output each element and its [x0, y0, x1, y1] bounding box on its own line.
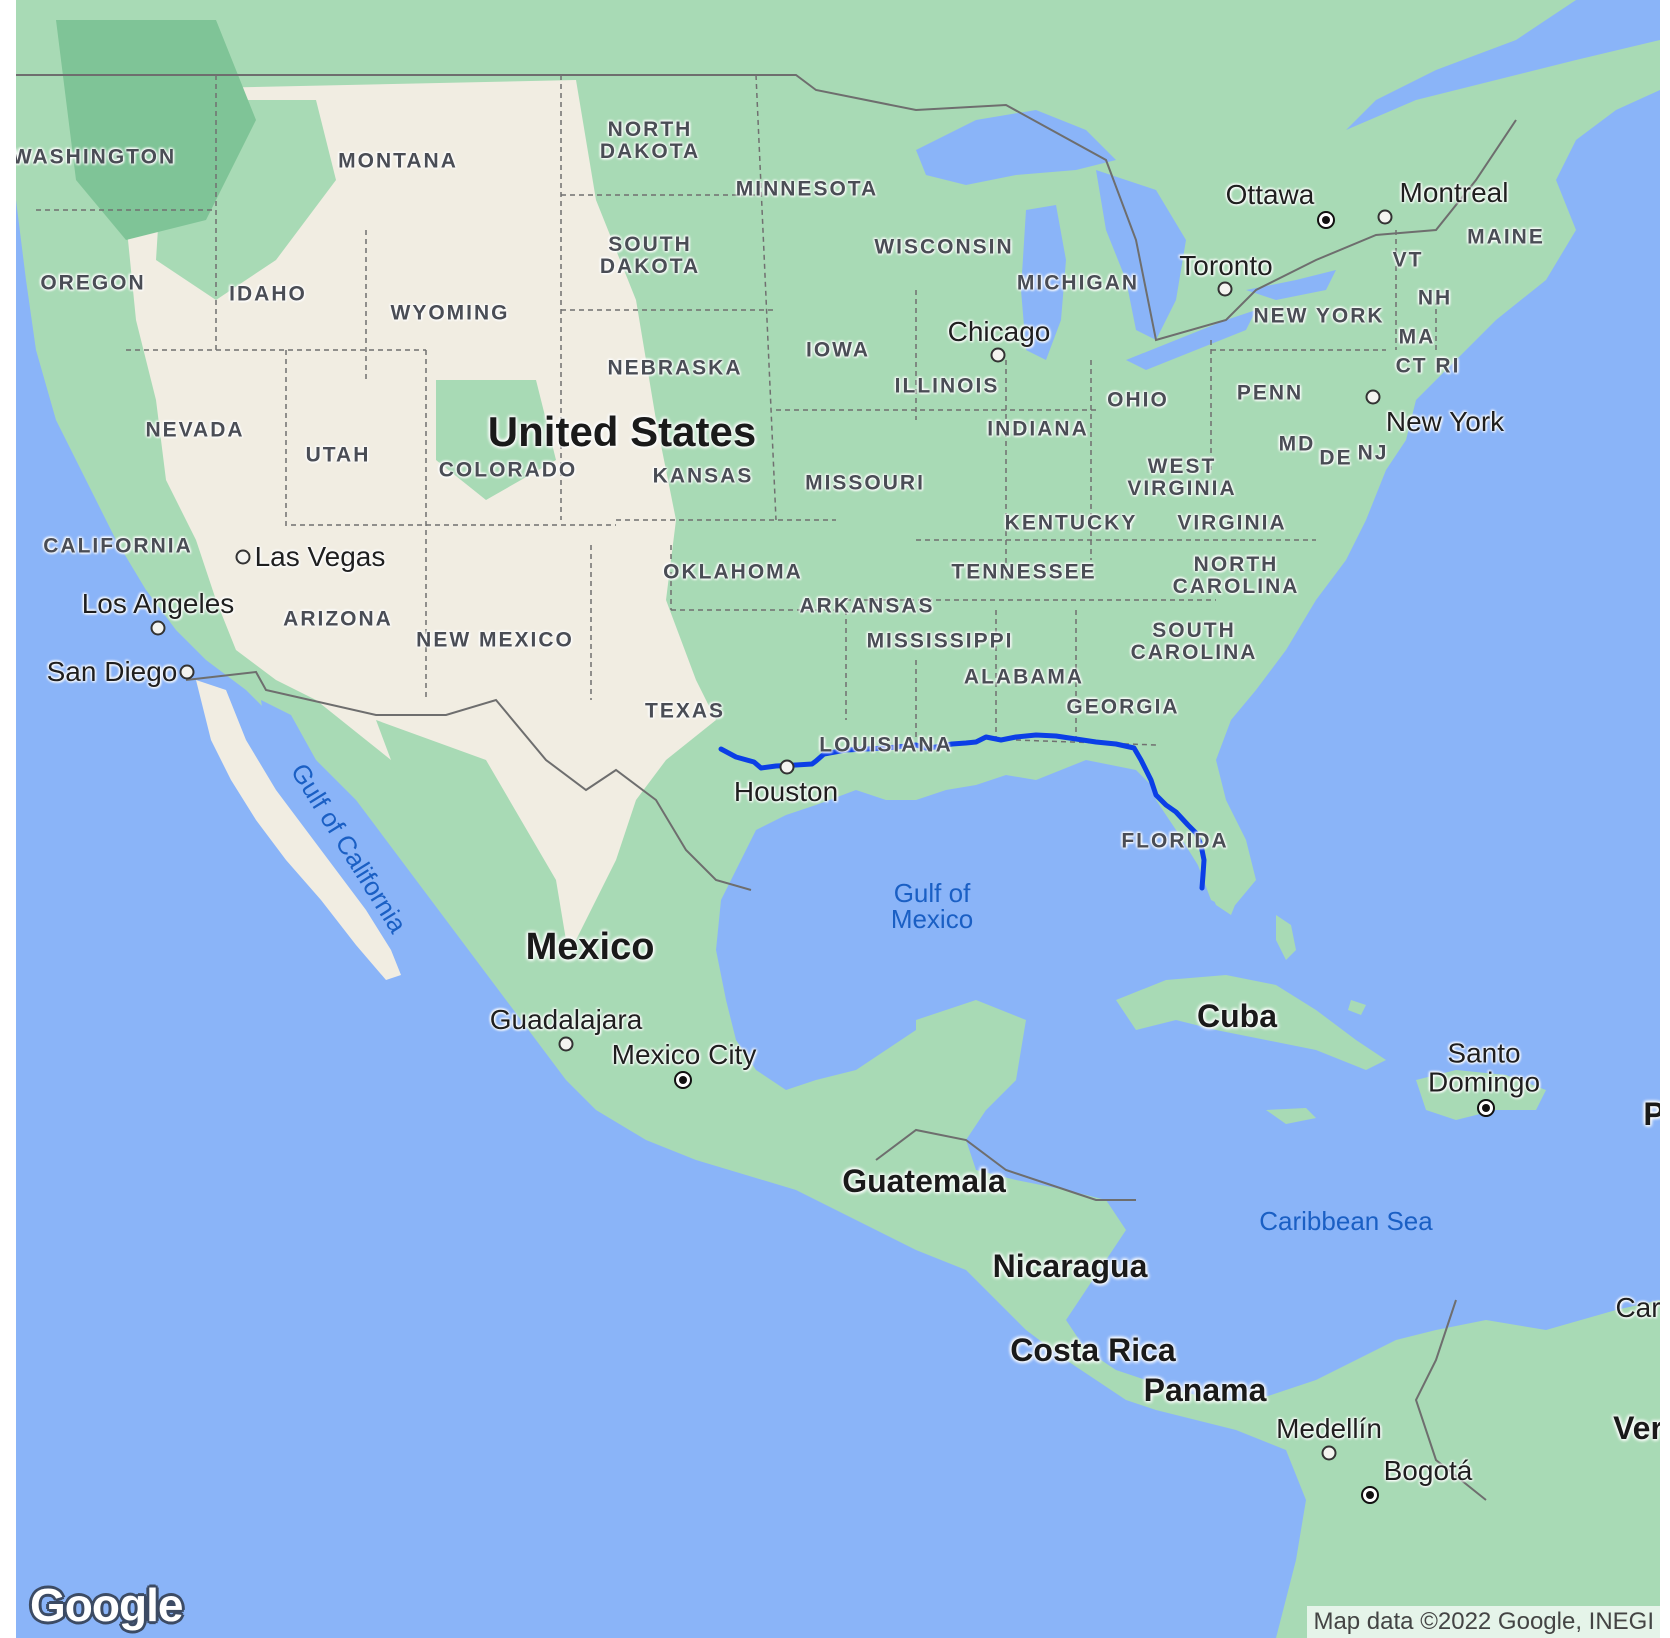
state-label-wisconsin: WISCONSIN — [874, 235, 1014, 259]
state-label-new-york: NEW YORK — [1253, 304, 1385, 328]
capital-marker-santo-domingo[interactable] — [1477, 1099, 1495, 1117]
city-label-caracas-partial: Car — [1615, 1292, 1660, 1323]
water-label-gulf-of-mexico: Gulf of Mexico — [890, 878, 974, 934]
city-marker-los-angeles[interactable] — [150, 620, 166, 636]
city-marker-new-york[interactable] — [1365, 389, 1381, 405]
capital-marker-bogota[interactable] — [1361, 1486, 1379, 1504]
state-label-california: CALIFORNIA — [43, 534, 193, 558]
city-label-san-diego: San Diego — [46, 656, 178, 687]
land-jamaica — [1266, 1108, 1316, 1124]
city-label-new-york: New York — [1385, 406, 1505, 437]
state-label-tennessee: TENNESSEE — [951, 560, 1097, 584]
state-label-arizona: ARIZONA — [283, 607, 393, 631]
country-label-mexico: Mexico — [525, 926, 655, 968]
city-label-montreal: Montreal — [1399, 177, 1509, 208]
state-label-ct-ri: CT RI — [1395, 354, 1461, 378]
city-label-houston: Houston — [733, 776, 839, 807]
state-label-indiana: INDIANA — [987, 417, 1089, 441]
city-marker-toronto[interactable] — [1217, 281, 1233, 297]
state-label-oklahoma: OKLAHOMA — [663, 560, 803, 584]
state-label-michigan: MICHIGAN — [1016, 271, 1140, 295]
state-label-texas: TEXAS — [644, 699, 726, 723]
city-label-guadalajara: Guadalajara — [489, 1004, 643, 1035]
city-label-santo-domingo: Santo Domingo — [1427, 1037, 1541, 1098]
state-label-north-carolina: NORTH CAROLINA — [1172, 552, 1300, 598]
country-label-costa-rica: Costa Rica — [1010, 1332, 1176, 1368]
city-label-medellin: Medellín — [1276, 1413, 1382, 1444]
state-label-arkansas: ARKANSAS — [799, 594, 935, 618]
state-label-missouri: MISSOURI — [805, 471, 925, 495]
land-yucatan — [916, 1000, 1026, 1130]
right-gutter — [1660, 0, 1670, 1638]
city-label-mexico-city: Mexico City — [611, 1039, 757, 1070]
state-label-north-dakota: NORTH DAKOTA — [599, 117, 701, 163]
land-bahamas-small — [1348, 1000, 1366, 1015]
country-label-venezuela-partial: Ver — [1613, 1410, 1660, 1446]
state-label-de: DE — [1319, 446, 1353, 470]
google-logo[interactable]: Google — [30, 1578, 183, 1632]
city-marker-chicago[interactable] — [990, 347, 1006, 363]
city-marker-san-diego[interactable] — [179, 664, 195, 680]
state-label-louisiana: LOUISIANA — [819, 733, 953, 757]
land-bahamas — [1276, 915, 1296, 960]
state-label-georgia: GEORGIA — [1066, 695, 1180, 719]
map-base-layer — [16, 0, 1660, 1638]
state-label-wyoming: WYOMING — [390, 301, 510, 325]
city-label-las-vegas: Las Vegas — [254, 541, 386, 572]
state-label-colorado: COLORADO — [438, 458, 578, 482]
city-label-los-angeles: Los Angeles — [81, 588, 235, 619]
state-label-minnesota: MINNESOTA — [735, 177, 879, 201]
state-label-virginia: VIRGINIA — [1177, 511, 1287, 535]
state-label-south-carolina: SOUTH CAROLINA — [1130, 618, 1258, 664]
city-label-bogota: Bogotá — [1383, 1455, 1473, 1486]
city-marker-medellin[interactable] — [1321, 1445, 1337, 1461]
city-marker-guadalajara[interactable] — [558, 1036, 574, 1052]
city-label-chicago: Chicago — [947, 316, 1051, 347]
country-label-guatemala: Guatemala — [842, 1163, 1006, 1199]
state-label-florida: FLORIDA — [1121, 829, 1229, 853]
city-marker-montreal[interactable] — [1377, 209, 1393, 225]
state-label-maine: MAINE — [1467, 225, 1545, 249]
map-attribution[interactable]: Map data ©2022 Google, INEGI — [1307, 1606, 1660, 1638]
state-label-new-mexico: NEW MEXICO — [416, 628, 574, 652]
state-label-nj: NJ — [1357, 441, 1389, 465]
country-label-panama: Panama — [1143, 1372, 1267, 1408]
state-label-montana: MONTANA — [338, 149, 458, 173]
state-label-kentucky: KENTUCKY — [1004, 511, 1138, 535]
country-label-cuba: Cuba — [1197, 998, 1277, 1034]
state-label-alabama: ALABAMA — [963, 665, 1085, 689]
state-label-south-dakota: SOUTH DAKOTA — [599, 232, 701, 278]
state-label-vt: VT — [1392, 248, 1424, 272]
state-label-idaho: IDAHO — [229, 282, 307, 306]
country-label-puerto-rico-partial: P — [1643, 1096, 1660, 1132]
city-label-ottawa: Ottawa — [1225, 179, 1315, 210]
state-label-utah: UTAH — [305, 443, 371, 467]
state-label-kansas: KANSAS — [652, 464, 754, 488]
state-label-nh: NH — [1417, 286, 1453, 310]
city-marker-las-vegas[interactable] — [235, 549, 251, 565]
state-label-west-virginia: WEST VIRGINIA — [1127, 454, 1237, 500]
state-label-penn: PENN — [1236, 381, 1304, 405]
city-label-toronto: Toronto — [1179, 250, 1273, 281]
map-canvas[interactable]: United States Mexico Cuba Guatemala Nica… — [16, 0, 1660, 1638]
country-label-nicaragua: Nicaragua — [992, 1248, 1148, 1284]
state-label-nebraska: NEBRASKA — [607, 356, 743, 380]
state-label-nevada: NEVADA — [145, 418, 245, 442]
state-label-iowa: IOWA — [806, 338, 870, 362]
city-marker-houston[interactable] — [779, 759, 795, 775]
state-label-oregon: OREGON — [40, 271, 146, 295]
state-label-ma: MA — [1398, 325, 1436, 349]
capital-marker-ottawa[interactable] — [1317, 211, 1335, 229]
capital-marker-mexico-city[interactable] — [674, 1071, 692, 1089]
state-label-mississippi: MISSISSIPPI — [866, 629, 1014, 653]
state-label-illinois: ILLINOIS — [894, 374, 1000, 398]
state-label-washington: WASHINGTON — [16, 145, 177, 169]
state-label-md: MD — [1278, 432, 1316, 456]
state-label-ohio: OHIO — [1107, 388, 1169, 412]
water-label-caribbean-sea: Caribbean Sea — [1259, 1206, 1433, 1236]
country-label-united-states: United States — [487, 408, 757, 455]
